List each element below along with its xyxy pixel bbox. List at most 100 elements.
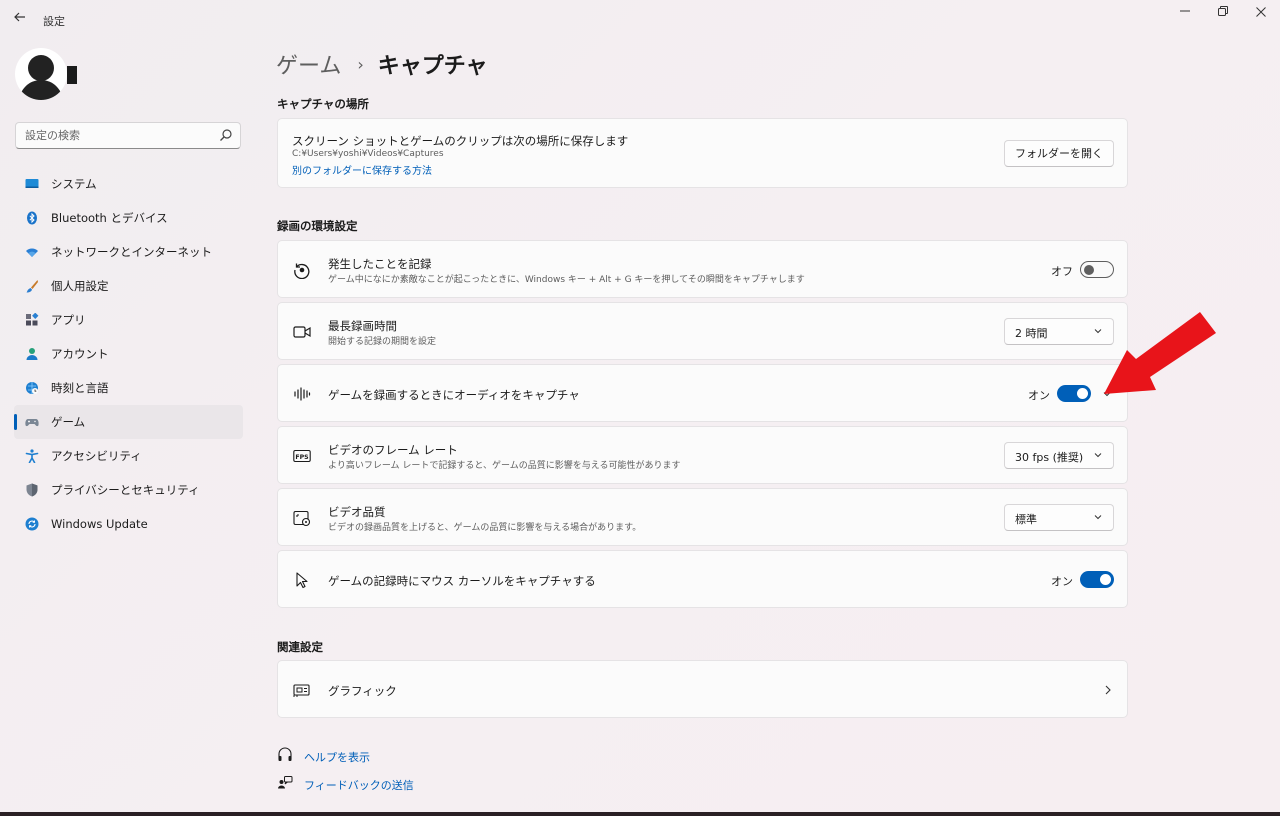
capture-location-card: スクリーン ショットとゲームのクリップは次の場所に保存します C:¥Users¥… xyxy=(277,118,1128,188)
restore-icon xyxy=(1218,6,1228,16)
sidebar-item-windows-update[interactable]: Windows Update xyxy=(14,507,243,541)
sidebar-item-label: Bluetooth とデバイス xyxy=(51,211,168,225)
bluetooth-icon xyxy=(27,211,37,225)
avatar-decoration xyxy=(67,66,77,84)
chevron-down-icon xyxy=(1094,453,1102,458)
personalization-brush-icon xyxy=(26,280,38,293)
apps-icon xyxy=(26,313,39,326)
save-other-folder-link[interactable]: 別のフォルダーに保存する方法 xyxy=(292,162,432,177)
chevron-down-icon xyxy=(1094,515,1102,520)
capture-audio-title: ゲームを録画するときにオーディオをキャプチャ xyxy=(328,388,580,402)
toggle-knob xyxy=(1077,388,1088,399)
video-quality-dropdown[interactable]: 標準 xyxy=(1004,504,1114,531)
avatar[interactable] xyxy=(15,48,67,100)
search-icon[interactable] xyxy=(219,128,233,142)
mouse-cursor-icon xyxy=(296,572,308,589)
sidebar-item-bluetooth[interactable]: Bluetooth とデバイス xyxy=(14,201,243,235)
close-button[interactable] xyxy=(1246,5,1276,25)
frame-rate-subtitle: より高いフレーム レートで記録すると、ゲームの品質に影響を与える可能性があります xyxy=(328,461,681,471)
network-icon xyxy=(26,248,38,257)
video-camera-icon xyxy=(293,326,311,338)
sidebar-item-personalization[interactable]: 個人用設定 xyxy=(14,269,243,303)
windows-update-icon xyxy=(25,517,39,531)
avatar-head xyxy=(28,55,54,81)
sidebar-item-accounts[interactable]: アカウント xyxy=(14,337,243,371)
sidebar-item-label: アクセシビリティ xyxy=(51,449,142,463)
sidebar-item-apps[interactable]: アプリ xyxy=(14,303,243,337)
help-icon xyxy=(278,747,292,761)
fps-icon: FPS xyxy=(293,449,311,463)
sidebar-item-system[interactable]: システム xyxy=(14,167,243,201)
account-icon xyxy=(26,348,38,360)
sidebar-item-network[interactable]: ネットワークとインターネット xyxy=(14,235,243,269)
sidebar-item-label: アカウント xyxy=(51,347,109,361)
sidebar-nav: システム Bluetooth とデバイス ネットワークとインターネット 個人用設… xyxy=(14,167,243,541)
help-link[interactable]: ヘルプを表示 xyxy=(304,749,370,765)
time-language-icon xyxy=(26,382,38,394)
window-title: 設定 xyxy=(43,15,65,28)
record-what-happened-row: 発生したことを記録 ゲーム中になにか素敵なことが起こったときに、Windows … xyxy=(277,240,1128,298)
section-title-recording: 録画の環境設定 xyxy=(277,219,358,233)
capture-location-path: C:¥Users¥yoshi¥Videos¥Captures xyxy=(292,149,444,159)
sidebar-item-label: ゲーム xyxy=(51,415,86,429)
page-title: キャプチャ xyxy=(377,54,488,79)
sidebar-item-label: プライバシーとセキュリティ xyxy=(51,483,200,497)
dropdown-value: 30 fps (推奨) xyxy=(1015,451,1084,464)
privacy-shield-icon xyxy=(26,483,38,497)
capture-cursor-toggle[interactable] xyxy=(1080,571,1114,588)
back-arrow-icon xyxy=(14,12,25,22)
restore-button[interactable] xyxy=(1208,5,1238,25)
capture-audio-row[interactable]: ゲームを録画するときにオーディオをキャプチャ オン xyxy=(277,364,1128,422)
breadcrumb: ゲーム › キャプチャ xyxy=(276,46,488,82)
accessibility-icon xyxy=(25,449,39,463)
sidebar-item-label: Windows Update xyxy=(51,517,148,531)
sidebar-item-label: ネットワークとインターネット xyxy=(51,245,212,259)
feedback-icon xyxy=(278,776,293,789)
section-title-related: 関連設定 xyxy=(277,640,323,654)
graphics-title: グラフィック xyxy=(328,684,397,698)
dropdown-value: 2 時間 xyxy=(1015,327,1048,340)
record-what-happened-toggle[interactable] xyxy=(1080,261,1114,278)
record-what-happened-subtitle: ゲーム中になにか素敵なことが起こったときに、Windows キー + Alt +… xyxy=(328,275,805,285)
capture-cursor-title: ゲームの記録時にマウス カーソルをキャプチャする xyxy=(328,574,596,588)
max-recording-length-subtitle: 開始する記録の期間を設定 xyxy=(328,337,437,347)
open-folder-button[interactable]: フォルダーを開く xyxy=(1004,140,1114,167)
close-icon xyxy=(1256,7,1266,17)
sidebar-item-label: 個人用設定 xyxy=(51,279,109,293)
sidebar-item-privacy[interactable]: プライバシーとセキュリティ xyxy=(14,473,243,507)
graphics-card-icon xyxy=(293,684,310,697)
sidebar-item-label: アプリ xyxy=(51,313,86,327)
sidebar-item-time-language[interactable]: 時刻と言語 xyxy=(14,371,243,405)
sidebar-item-accessibility[interactable]: アクセシビリティ xyxy=(14,439,243,473)
record-what-happened-title: 発生したことを記録 xyxy=(328,257,432,271)
minimize-button[interactable] xyxy=(1170,5,1200,25)
feedback-link[interactable]: フィードバックの送信 xyxy=(304,777,414,793)
breadcrumb-separator: › xyxy=(357,54,364,74)
capture-audio-toggle[interactable] xyxy=(1057,385,1091,402)
toggle-knob xyxy=(1100,574,1111,585)
title-bar: 設定 xyxy=(0,0,1280,40)
capture-cursor-toggle-label: オン xyxy=(1051,575,1073,588)
capture-audio-toggle-label: オン xyxy=(1028,389,1050,402)
video-quality-icon xyxy=(293,510,311,527)
sidebar-item-label: システム xyxy=(51,177,97,191)
video-quality-title: ビデオ品質 xyxy=(328,505,386,519)
gaming-controller-icon xyxy=(25,419,39,427)
capture-cursor-row: ゲームの記録時にマウス カーソルをキャプチャする オン xyxy=(277,550,1128,608)
back-button[interactable] xyxy=(10,10,30,30)
frame-rate-dropdown[interactable]: 30 fps (推奨) xyxy=(1004,442,1114,469)
breadcrumb-parent[interactable]: ゲーム xyxy=(276,48,341,80)
record-what-happened-toggle-label: オフ xyxy=(1051,265,1073,278)
video-quality-subtitle: ビデオの録画品質を上げると、ゲームの品質に影響を与える場合があります。 xyxy=(328,523,642,533)
graphics-row[interactable]: グラフィック xyxy=(277,660,1128,718)
avatar-body xyxy=(19,80,63,100)
sidebar-item-gaming[interactable]: ゲーム xyxy=(14,405,243,439)
dropdown-value: 標準 xyxy=(1015,513,1037,526)
sidebar-item-label: 時刻と言語 xyxy=(51,381,109,395)
video-quality-row: ビデオ品質 ビデオの録画品質を上げると、ゲームの品質に影響を与える場合があります… xyxy=(277,488,1128,546)
toggle-knob xyxy=(1084,264,1094,275)
capture-location-title: スクリーン ショットとゲームのクリップは次の場所に保存します xyxy=(292,134,629,148)
section-title-capture-location: キャプチャの場所 xyxy=(277,97,369,111)
search-input[interactable] xyxy=(16,123,206,148)
search-box[interactable] xyxy=(15,122,241,149)
